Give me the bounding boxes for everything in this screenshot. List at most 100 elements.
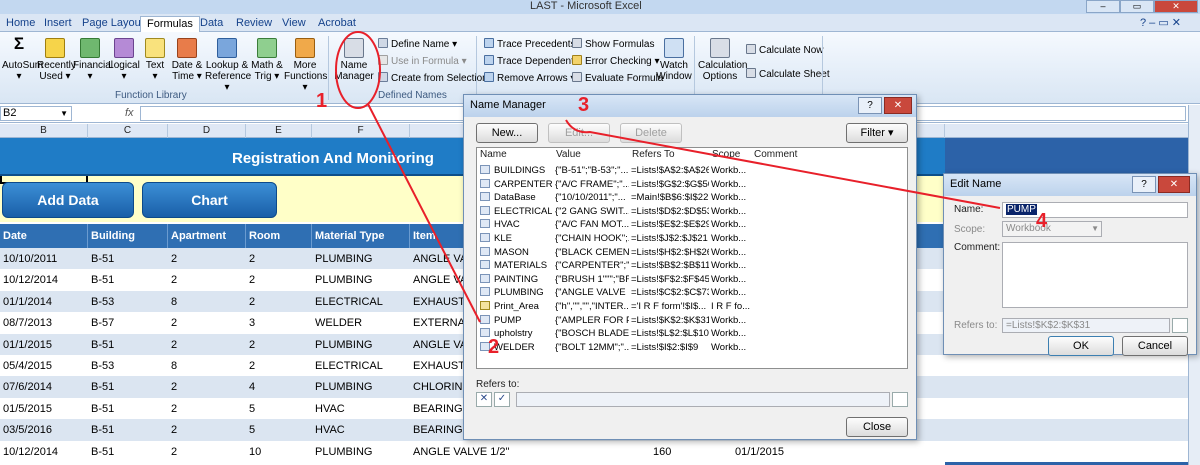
- cell[interactable]: PLUMBING: [312, 248, 410, 269]
- column-header[interactable]: Value: [553, 148, 629, 162]
- column-header-e[interactable]: E: [246, 124, 312, 138]
- restore-button[interactable]: ▭: [1120, 0, 1154, 13]
- evaluate-formula-button[interactable]: Evaluate Formula: [572, 72, 663, 84]
- tab-review[interactable]: Review: [230, 16, 278, 32]
- column-header[interactable]: Name: [477, 148, 553, 162]
- cell[interactable]: B-51: [88, 376, 168, 397]
- list-item[interactable]: BUILDINGS {"B-51";"B-53";"... =Lists!$A$2:…: [477, 164, 907, 178]
- names-list[interactable]: Name Value Refers To Scope Comment BUILD…: [476, 147, 908, 369]
- list-item[interactable]: KLE {"CHAIN HOOK";... =Lists!$J$2:$J$21 Wor…: [477, 232, 907, 246]
- close-window-button[interactable]: ✕: [1154, 0, 1198, 13]
- cell[interactable]: 8: [168, 355, 246, 376]
- list-item[interactable]: PLUMBING {"ANGLE VALVE ... =Lists!$C$2:$C$…: [477, 286, 907, 300]
- cancel-edit-icon[interactable]: ✕: [476, 392, 492, 407]
- recently-used-button[interactable]: Recently Used ▾: [37, 38, 76, 82]
- minimize-button[interactable]: –: [1086, 0, 1120, 13]
- define-name-button[interactable]: Define Name ▾: [378, 38, 457, 50]
- close-button[interactable]: Close: [846, 417, 908, 437]
- show-formulas-button[interactable]: Show Formulas: [572, 38, 654, 50]
- cancel-button[interactable]: Cancel: [1122, 336, 1188, 356]
- cell[interactable]: B-51: [88, 269, 168, 290]
- cell[interactable]: 07/6/2014: [0, 376, 88, 397]
- chart-button[interactable]: Chart: [142, 182, 277, 218]
- tab-insert[interactable]: Insert: [38, 16, 78, 32]
- cell[interactable]: 2: [168, 376, 246, 397]
- trace-precedents-button[interactable]: Trace Precedents: [484, 38, 576, 50]
- list-item[interactable]: PAINTING{"BRUSH 1""";"BR...=Lists!$F$2:$…: [477, 273, 907, 287]
- financial-button[interactable]: Financial ▾: [73, 38, 113, 82]
- cell[interactable]: ELECTRICAL: [312, 291, 410, 312]
- delete-name-button[interactable]: Delete: [620, 123, 682, 143]
- comment-textarea[interactable]: [1002, 242, 1188, 308]
- cell[interactable]: B-53: [88, 291, 168, 312]
- cell[interactable]: 08/7/2013: [0, 312, 88, 333]
- cell[interactable]: B-51: [88, 419, 168, 440]
- scope-select[interactable]: Workbook ▼: [1002, 221, 1102, 237]
- error-checking-button[interactable]: Error Checking ▾: [572, 55, 660, 67]
- list-item[interactable]: ELECTRICAL {"2 GANG SWIT... =Lists!$D$2:$D…: [477, 205, 907, 219]
- cell[interactable]: 01/1/2014: [0, 291, 88, 312]
- tab-page-layout[interactable]: Page Layout: [76, 16, 150, 32]
- list-item[interactable]: WELDER {"BOLT 12MM";"... =Lists!$I$2:$I$9 W…: [477, 341, 907, 355]
- cell[interactable]: 2: [246, 334, 312, 355]
- calculation-options-button[interactable]: Calculation Options: [698, 38, 747, 82]
- close-icon[interactable]: ✕: [1158, 176, 1190, 193]
- ok-button[interactable]: OK: [1048, 336, 1114, 356]
- list-item[interactable]: DataBase {"10/10/2011";"... =Main!$B$6:$I$…: [477, 191, 907, 205]
- column-header-c[interactable]: C: [88, 124, 168, 138]
- autosum-button[interactable]: Σ AutoSum ▾: [2, 35, 43, 82]
- cell[interactable]: 01/1/2015: [0, 334, 88, 355]
- cell[interactable]: 10/12/2014: [0, 269, 88, 290]
- cell[interactable]: 2: [168, 269, 246, 290]
- list-item[interactable]: MATERIALS{"CARPENTER";"...=Lists!$B$2:$B…: [477, 259, 907, 273]
- close-icon[interactable]: ✕: [884, 97, 912, 114]
- column-header-f[interactable]: F: [312, 124, 410, 138]
- cell[interactable]: 2: [246, 248, 312, 269]
- create-from-selection-button[interactable]: Create from Selection: [378, 72, 488, 84]
- cell[interactable]: B-57: [88, 312, 168, 333]
- cell[interactable]: 2: [168, 419, 246, 440]
- cell[interactable]: HVAC: [312, 398, 410, 419]
- tab-acrobat[interactable]: Acrobat: [312, 16, 362, 32]
- tab-view[interactable]: View: [276, 16, 312, 32]
- cell[interactable]: 01/5/2015: [0, 398, 88, 419]
- tab-formulas[interactable]: Formulas: [140, 16, 200, 32]
- cell[interactable]: B-53: [88, 355, 168, 376]
- help-icon[interactable]: ?: [1132, 176, 1156, 193]
- cell[interactable]: 5: [246, 398, 312, 419]
- name-manager-button[interactable]: Name Manager: [334, 38, 374, 82]
- collapse-dialog-icon[interactable]: [892, 392, 908, 407]
- cell[interactable]: 05/4/2015: [0, 355, 88, 376]
- cell[interactable]: ELECTRICAL: [312, 355, 410, 376]
- cell[interactable]: 10: [246, 441, 312, 462]
- collapse-dialog-icon[interactable]: [1172, 318, 1188, 333]
- cell[interactable]: HVAC: [312, 419, 410, 440]
- refers-to-input[interactable]: [516, 392, 890, 407]
- calculate-now-button[interactable]: Calculate Now: [746, 44, 823, 56]
- cell[interactable]: 160: [650, 441, 730, 462]
- cell[interactable]: 2: [168, 398, 246, 419]
- help-icon[interactable]: ?: [858, 97, 882, 114]
- cell[interactable]: B-51: [88, 334, 168, 355]
- cell[interactable]: ANGLE VALVE 1/2": [410, 441, 640, 462]
- tab-home[interactable]: Home: [0, 16, 41, 32]
- column-header[interactable]: Comment: [751, 148, 831, 162]
- column-header-b[interactable]: B: [0, 124, 88, 138]
- more-functions-button[interactable]: More Functions ▾: [284, 38, 327, 93]
- column-header-d[interactable]: D: [168, 124, 246, 138]
- list-item[interactable]: CARPENTER {"A/C FRAME";"... =Lists!$G$2:$G…: [477, 178, 907, 192]
- text-button[interactable]: Text ▾: [142, 38, 168, 82]
- cell[interactable]: 01/1/2015: [732, 441, 822, 462]
- use-in-formula-button[interactable]: Use in Formula ▾: [378, 55, 467, 67]
- lookup-reference-button[interactable]: Lookup & Reference ▾: [205, 38, 251, 93]
- cell[interactable]: 2: [168, 441, 246, 462]
- calculate-sheet-button[interactable]: Calculate Sheet: [746, 68, 830, 80]
- fx-icon[interactable]: fx: [125, 107, 134, 119]
- remove-arrows-button[interactable]: Remove Arrows ▾: [484, 72, 575, 84]
- cell[interactable]: PLUMBING: [312, 441, 410, 462]
- math-trig-button[interactable]: Math & Trig ▾: [250, 38, 284, 82]
- table-row[interactable]: 10/12/2014 B-51 2 10 PLUMBING ANGLE VALV…: [0, 440, 1188, 462]
- help-icon[interactable]: ? – ▭ ✕: [1140, 16, 1181, 29]
- cell[interactable]: 10/12/2014: [0, 441, 88, 462]
- confirm-edit-icon[interactable]: ✓: [494, 392, 510, 407]
